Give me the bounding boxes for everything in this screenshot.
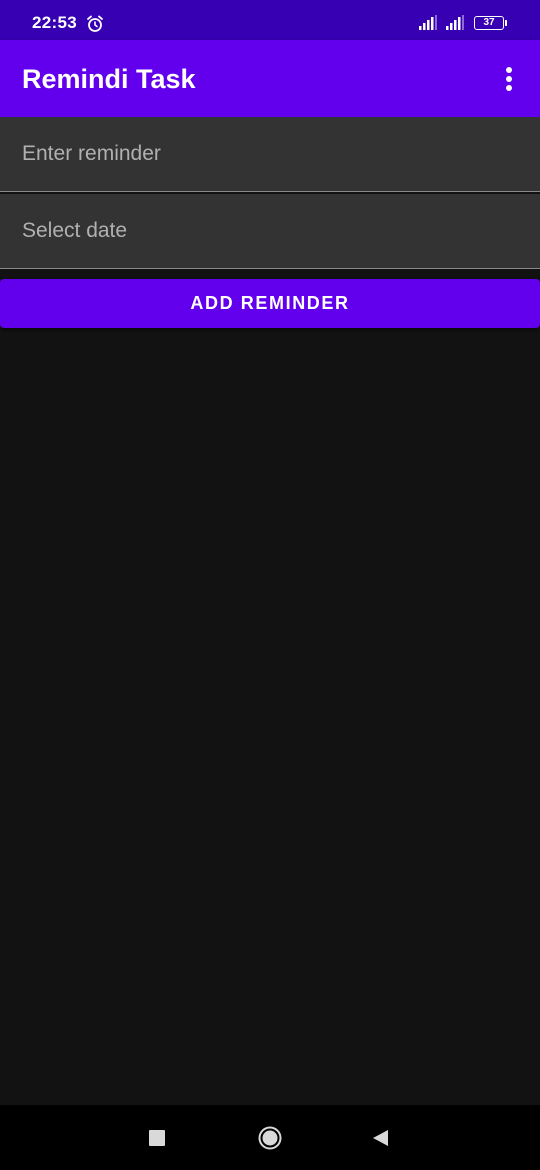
screen: 22:53 37 Remindi Task Enter reminder Sel… bbox=[0, 0, 540, 1170]
battery-tip bbox=[505, 20, 507, 26]
battery-icon: 37 bbox=[474, 16, 504, 30]
date-field bbox=[0, 194, 540, 269]
app-bar: Remindi Task bbox=[0, 40, 540, 117]
more-vert-icon bbox=[506, 67, 512, 91]
add-reminder-button[interactable]: ADD REMINDER bbox=[0, 279, 540, 328]
overflow-menu-button[interactable] bbox=[494, 62, 524, 96]
battery-level: 37 bbox=[483, 17, 495, 28]
back-triangle-icon[interactable] bbox=[370, 1128, 390, 1148]
status-bar: 22:53 37 bbox=[0, 0, 540, 40]
reminder-field bbox=[0, 117, 540, 192]
date-input[interactable] bbox=[0, 194, 540, 267]
signal-icon bbox=[419, 15, 437, 30]
app-title: Remindi Task bbox=[22, 64, 196, 94]
navigation-bar bbox=[0, 1105, 540, 1170]
alarm-icon bbox=[87, 15, 103, 32]
home-circle-icon[interactable] bbox=[258, 1126, 282, 1150]
signal-icon bbox=[446, 15, 464, 30]
status-time: 22:53 bbox=[32, 13, 77, 32]
reminder-input[interactable] bbox=[0, 117, 540, 190]
recents-square-icon[interactable] bbox=[149, 1130, 165, 1146]
